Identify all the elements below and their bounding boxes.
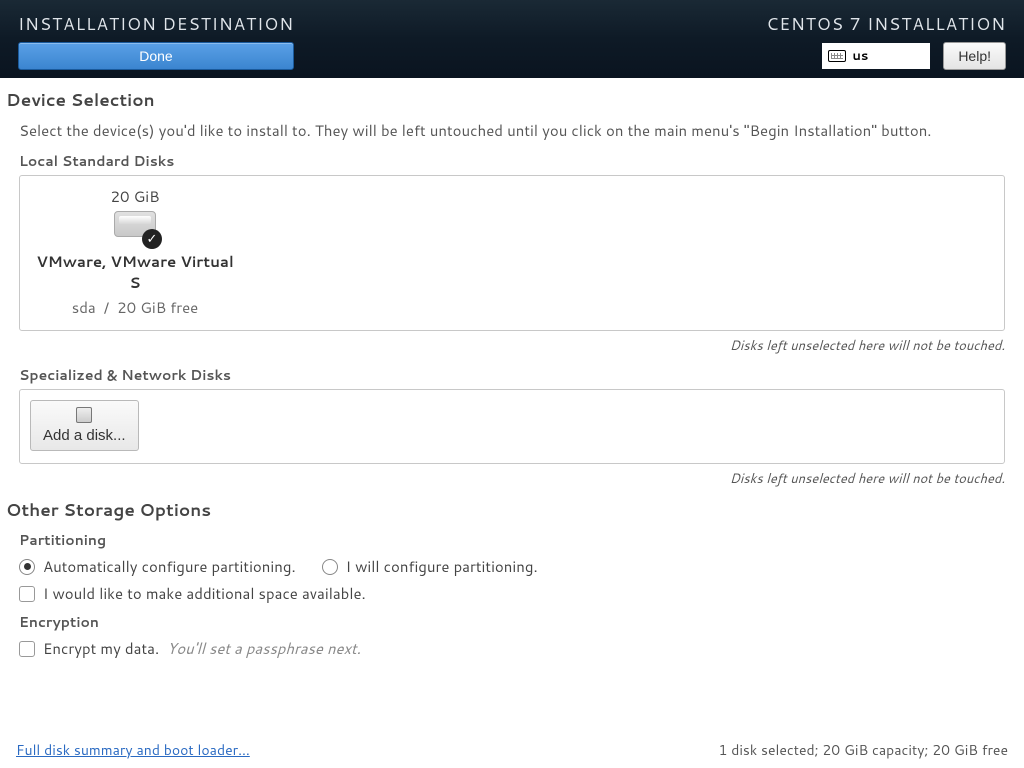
add-disk-label: Add a disk... xyxy=(43,427,126,444)
keyboard-icon xyxy=(828,50,846,62)
keyboard-layout-label: us xyxy=(852,47,868,65)
radio-manual-partition-label: I will configure partitioning. xyxy=(346,556,538,577)
network-disks-box: Add a disk... xyxy=(19,389,1005,464)
installer-title: CENTOS 7 INSTALLATION xyxy=(766,12,1006,36)
local-disks-box: 20 GiB VMware, VMware Virtual S sda/20 G… xyxy=(19,175,1005,331)
checkbox-additional-space-label: I would like to make additional space av… xyxy=(43,583,366,604)
local-disks-label: Local Standard Disks xyxy=(19,151,1018,171)
radio-manual-partition[interactable] xyxy=(322,559,338,575)
disk-subinfo: sda/20 GiB free xyxy=(30,297,240,318)
partitioning-label: Partitioning xyxy=(19,530,1018,550)
page-title: INSTALLATION DESTINATION xyxy=(18,12,294,36)
hard-disk-icon xyxy=(112,211,158,245)
encrypt-hint: You'll set a passphrase next. xyxy=(167,638,361,659)
selection-summary: 1 disk selected; 20 GiB capacity; 20 GiB… xyxy=(718,740,1008,760)
checkbox-additional-space[interactable] xyxy=(19,586,35,602)
disk-name: VMware, VMware Virtual S xyxy=(30,251,240,293)
device-selection-description: Select the device(s) you'd like to insta… xyxy=(19,120,1018,141)
keyboard-layout-indicator[interactable]: us xyxy=(822,43,930,69)
network-disks-note: Disks left unselected here will not be t… xyxy=(6,470,1005,488)
radio-auto-partition[interactable] xyxy=(19,559,35,575)
disk-free: 20 GiB free xyxy=(117,297,198,318)
network-disks-label: Specialized & Network Disks xyxy=(19,365,1018,385)
disk-device: sda xyxy=(72,297,96,318)
checkbox-encrypt-label: Encrypt my data. xyxy=(43,638,159,659)
radio-auto-partition-label: Automatically configure partitioning. xyxy=(43,556,296,577)
disk-summary-link[interactable]: Full disk summary and boot loader... xyxy=(16,740,250,760)
checkbox-encrypt[interactable] xyxy=(19,641,35,657)
encryption-label: Encryption xyxy=(19,612,1018,632)
help-button[interactable]: Help! xyxy=(943,42,1006,70)
device-selection-title: Device Selection xyxy=(6,88,1018,112)
other-storage-title: Other Storage Options xyxy=(6,498,1018,522)
disk-add-icon xyxy=(76,407,92,423)
page-header: INSTALLATION DESTINATION Done CENTOS 7 I… xyxy=(0,0,1024,78)
disk-item[interactable]: 20 GiB VMware, VMware Virtual S sda/20 G… xyxy=(30,186,240,318)
checkmark-icon xyxy=(142,229,162,249)
disk-size: 20 GiB xyxy=(30,186,240,207)
add-disk-button[interactable]: Add a disk... xyxy=(30,400,139,451)
local-disks-note: Disks left unselected here will not be t… xyxy=(6,337,1005,355)
bottom-bar: Full disk summary and boot loader... 1 d… xyxy=(0,732,1024,768)
done-button[interactable]: Done xyxy=(18,42,294,70)
